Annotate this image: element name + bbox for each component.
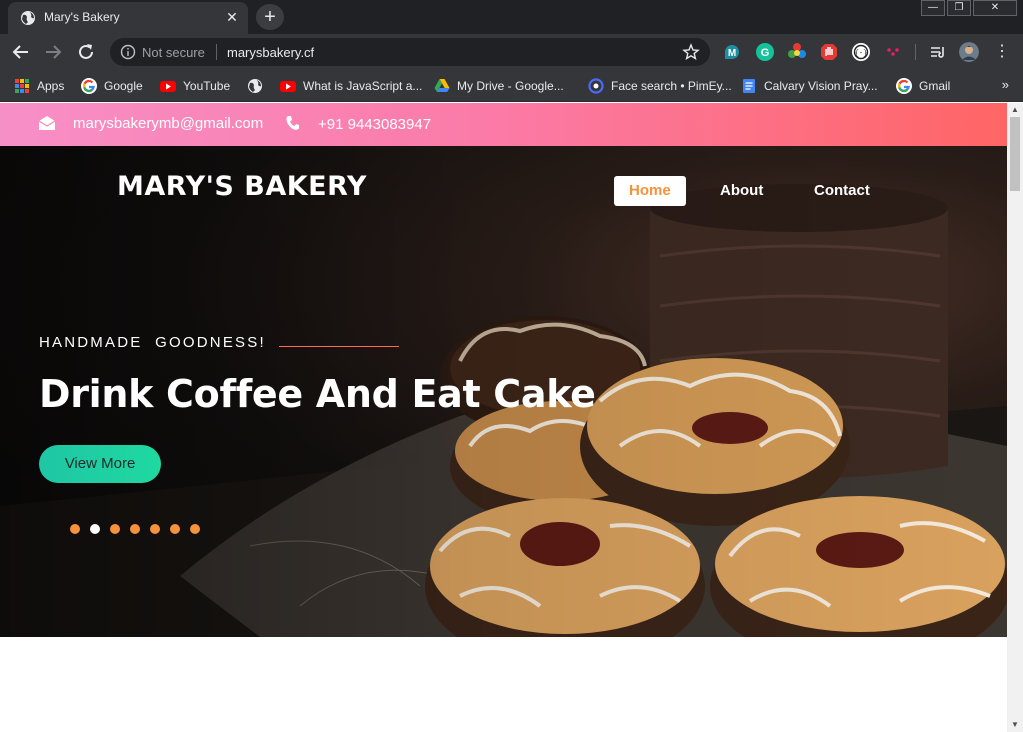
forward-arrow-icon[interactable] — [42, 41, 64, 63]
bookmark-label: Gmail — [919, 79, 951, 93]
restore-button[interactable]: ❐ — [947, 0, 971, 16]
tab-title: Mary's Bakery — [44, 10, 120, 24]
security-status: Not secure — [142, 45, 205, 60]
star-bookmark-icon[interactable] — [682, 43, 700, 61]
svg-text:G: G — [761, 47, 770, 59]
bookmark-face-search[interactable]: Face search • PimEy... — [588, 77, 732, 95]
dots-extension-icon[interactable] — [883, 42, 903, 62]
bookmark-google[interactable]: Google — [81, 77, 143, 95]
view-more-button[interactable]: View More — [39, 445, 161, 483]
bookmark-label: My Drive - Google... — [457, 79, 564, 93]
web-page: marysbakerymb@gmail.com +91 9443083947 M… — [0, 103, 1007, 732]
browser-tabstrip: Mary's Bakery ✕ + — ❐ ✕ — [0, 0, 1023, 34]
scroll-down-arrow-icon[interactable]: ▼ — [1011, 721, 1019, 729]
scroll-thumb[interactable] — [1010, 117, 1020, 191]
phone-icon — [286, 116, 299, 130]
slider-dot[interactable] — [130, 524, 140, 534]
slider-dot[interactable] — [170, 524, 180, 534]
slider-dot[interactable] — [70, 524, 80, 534]
svg-text:{-}: {-} — [855, 50, 868, 58]
url-text[interactable]: marysbakery.cf — [227, 45, 314, 60]
info-icon[interactable] — [120, 44, 136, 60]
browser-tab[interactable]: Mary's Bakery ✕ — [8, 2, 248, 34]
site-logo[interactable]: MARY'S BAKERY — [117, 171, 367, 202]
slider-dot[interactable] — [190, 524, 200, 534]
browser-toolbar: Not secure marysbakery.cf M G {-} ⋮ — [0, 34, 1023, 70]
grammarly-icon[interactable]: G — [755, 42, 775, 62]
globe-icon — [248, 79, 262, 93]
globe-icon — [21, 11, 35, 25]
slider-dot[interactable] — [110, 524, 120, 534]
color-picker-icon[interactable] — [787, 42, 807, 62]
media-controls-icon[interactable] — [928, 42, 948, 62]
youtube-icon — [280, 81, 296, 92]
youtube-icon — [160, 81, 176, 92]
bookmark-gmail[interactable]: Gmail — [896, 77, 950, 95]
hero-headline: Drink Coffee And Eat Cake — [39, 372, 596, 416]
bookmark-youtube[interactable]: YouTube — [160, 77, 230, 95]
back-arrow-icon[interactable] — [10, 41, 32, 63]
google-drive-icon — [434, 79, 450, 92]
window-controls: — ❐ ✕ — [921, 0, 1017, 18]
document-icon — [743, 79, 755, 93]
hero-slider: MARY'S BAKERY Home About Contact HANDMAD… — [0, 146, 1007, 637]
contact-phone[interactable]: +91 9443083947 — [318, 116, 431, 133]
google-icon — [896, 78, 912, 94]
bookmark-label: YouTube — [183, 79, 231, 93]
more-bookmarks-icon[interactable]: » — [1002, 77, 1009, 92]
bookmark-javascript[interactable]: What is JavaScript a... — [280, 77, 422, 95]
bookmark-label: Calvary Vision Pray... — [764, 79, 878, 93]
nav-about[interactable]: About — [705, 176, 778, 206]
new-tab-button[interactable]: + — [256, 4, 284, 30]
minimize-button[interactable]: — — [921, 0, 945, 16]
close-tab-icon[interactable]: ✕ — [224, 9, 240, 25]
toolbar-separator — [915, 44, 916, 60]
address-bar[interactable]: Not secure marysbakery.cf — [110, 38, 710, 66]
reload-icon[interactable] — [75, 41, 97, 63]
bookmark-globe[interactable] — [247, 77, 263, 95]
pimeyes-icon — [588, 78, 604, 94]
contact-email[interactable]: marysbakerymb@gmail.com — [73, 115, 263, 132]
eyebrow-divider — [279, 346, 399, 347]
nav-contact[interactable]: Contact — [799, 176, 885, 206]
slider-dot[interactable] — [90, 524, 100, 534]
bookmark-label: Google — [104, 79, 143, 93]
page-scrollbar[interactable]: ▲ ▼ — [1007, 103, 1023, 732]
bookmarks-bar: Apps Google YouTube What is JavaScript a… — [0, 70, 1023, 102]
bookmark-label: Apps — [37, 79, 65, 93]
nav-home[interactable]: Home — [614, 176, 686, 206]
bookmark-apps[interactable]: Apps — [14, 77, 64, 95]
m-extension-icon[interactable]: M — [722, 42, 742, 62]
bookmark-label: Face search • PimEy... — [611, 79, 732, 93]
slider-dot[interactable] — [150, 524, 160, 534]
google-icon — [81, 78, 97, 94]
address-separator — [216, 44, 217, 60]
envelope-icon — [38, 116, 56, 130]
close-window-button[interactable]: ✕ — [973, 0, 1017, 16]
svg-text:M: M — [728, 48, 736, 59]
hero-eyebrow: HANDMADE GOODNESS! — [39, 334, 266, 351]
apps-grid-icon — [15, 79, 29, 93]
kebab-menu-icon[interactable]: ⋮ — [994, 42, 1010, 62]
bookmark-calvary-vision[interactable]: Calvary Vision Pray... — [741, 77, 878, 95]
contact-topbar: marysbakerymb@gmail.com +91 9443083947 — [0, 103, 1007, 146]
scroll-up-arrow-icon[interactable]: ▲ — [1011, 106, 1019, 114]
code-extension-icon[interactable]: {-} — [851, 42, 871, 62]
profile-avatar[interactable] — [959, 42, 979, 62]
bookmark-label: What is JavaScript a... — [303, 79, 423, 93]
adblock-hand-icon[interactable] — [819, 42, 839, 62]
bookmark-my-drive[interactable]: My Drive - Google... — [434, 77, 564, 95]
